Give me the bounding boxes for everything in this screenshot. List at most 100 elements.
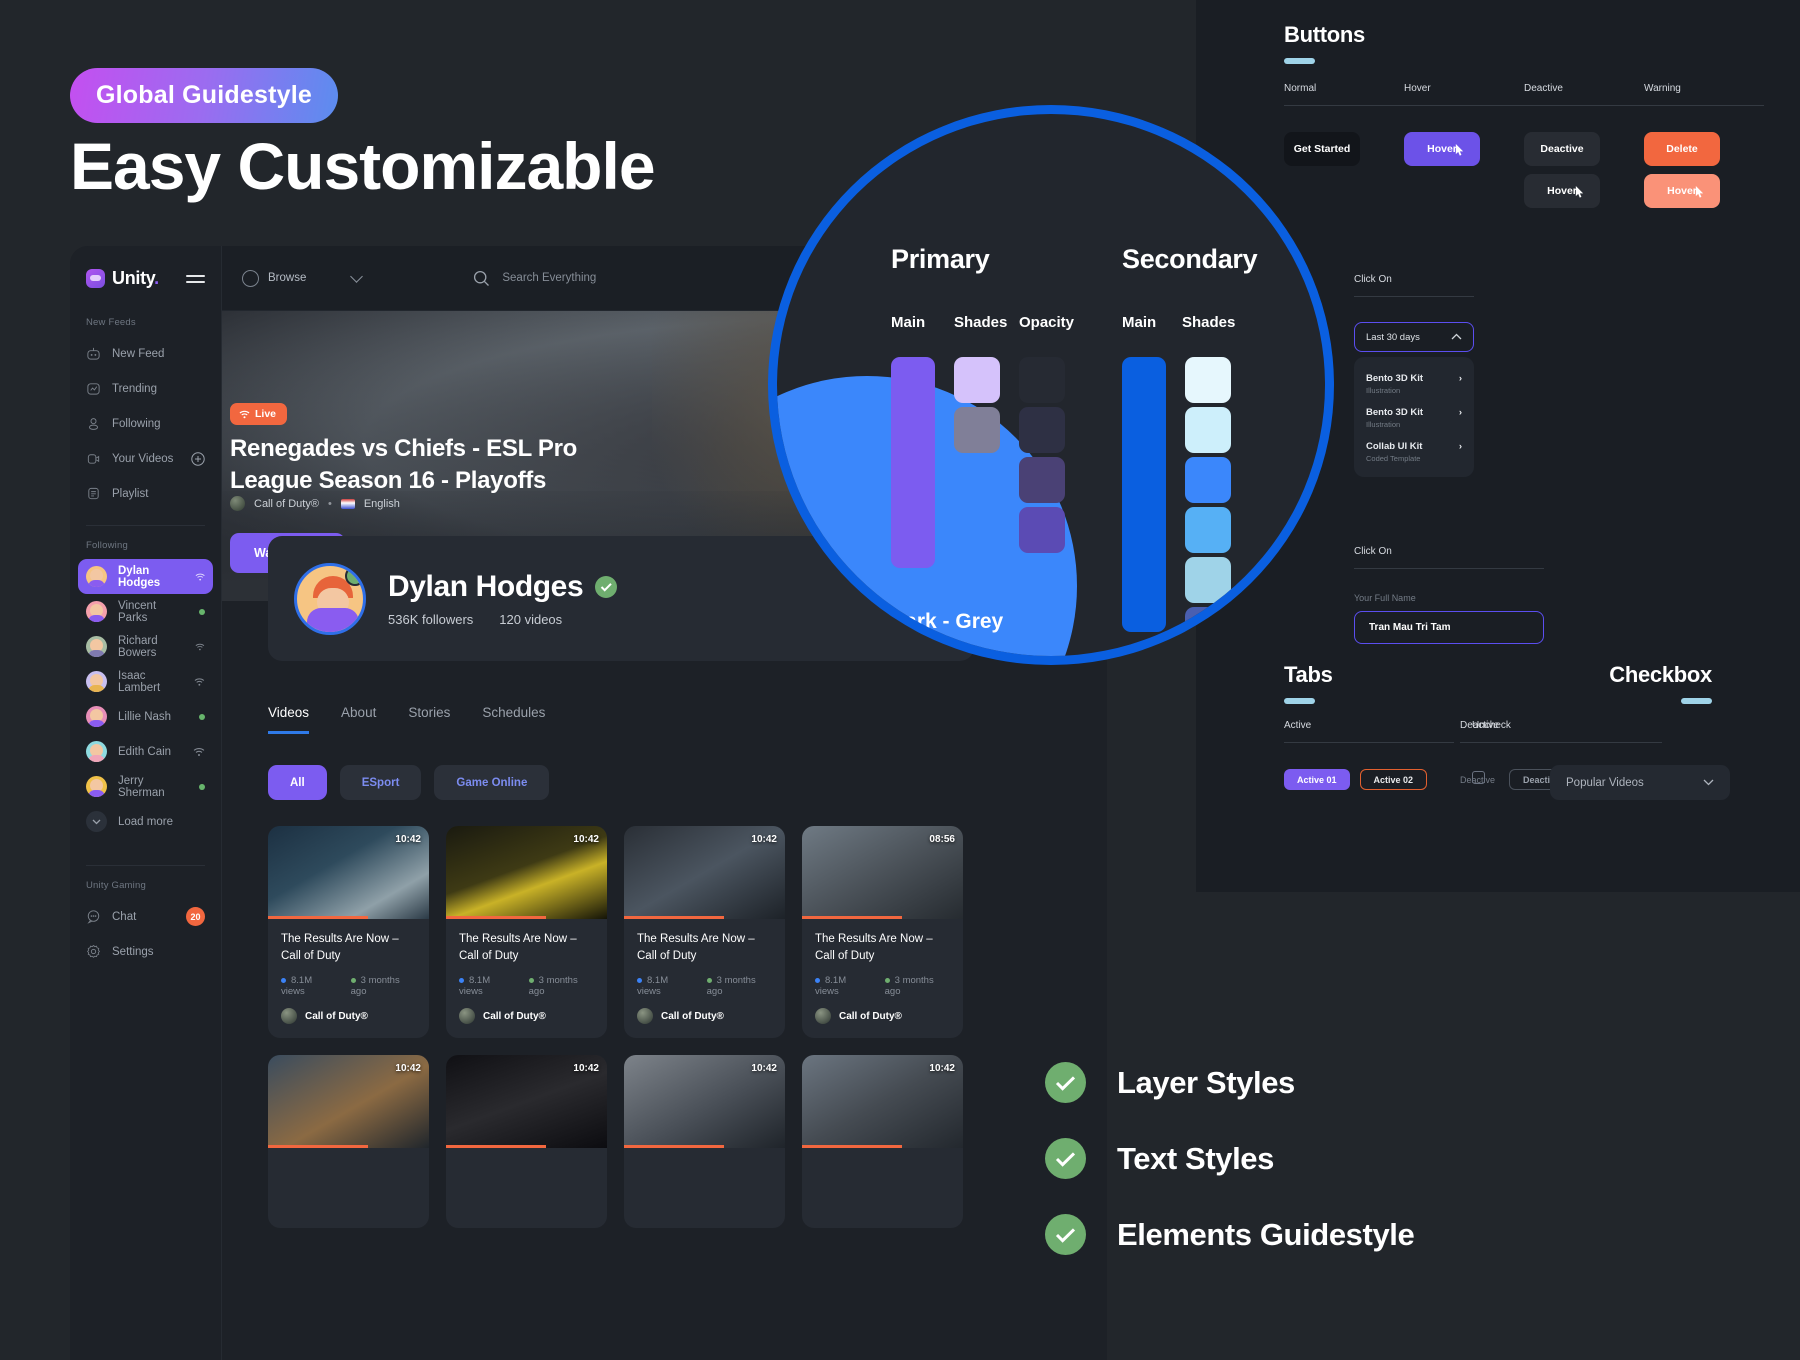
video-channel[interactable]: Call of Duty® <box>281 1008 416 1025</box>
swatch-secondary-shade-2[interactable] <box>1185 407 1231 453</box>
video-channel[interactable]: Call of Duty® <box>637 1008 772 1025</box>
secondary-main-label: Main <box>1122 314 1157 331</box>
video-card[interactable]: 10:42 <box>624 1055 785 1229</box>
video-channel[interactable]: Call of Duty® <box>459 1008 594 1025</box>
swatch-secondary-shade-1[interactable] <box>1185 357 1231 403</box>
swatch-secondary-shade-3[interactable] <box>1185 457 1231 503</box>
video-card[interactable]: 10:42 <box>446 1055 607 1229</box>
uncheck-checkbox[interactable] <box>1472 771 1485 784</box>
swatch-primary-opacity-2[interactable] <box>1019 407 1065 453</box>
button-warning-hover[interactable]: Hover <box>1644 174 1720 208</box>
video-age: 3 months ago <box>884 975 934 998</box>
sidebar-item-playlist[interactable]: Playlist <box>78 476 213 511</box>
search-input[interactable]: Search Everything <box>502 272 596 284</box>
video-age: 3 months ago <box>528 975 578 998</box>
swatch-secondary-shade-5[interactable] <box>1185 557 1231 603</box>
verified-badge-icon <box>595 576 618 598</box>
sidebar-follow-edith-cain[interactable]: Edith Cain <box>78 734 213 769</box>
button-hover[interactable]: Hover <box>1404 132 1480 166</box>
sidebar-load-more[interactable]: Load more <box>78 804 213 839</box>
dropdown-option[interactable]: Bento 3D Kit › Illustration <box>1354 367 1474 401</box>
date-range-select[interactable]: Last 30 days <box>1354 322 1474 352</box>
sidebar-follow-vincent-parks[interactable]: Vincent Parks <box>78 594 213 629</box>
swatch-primary-opacity-3[interactable] <box>1019 457 1065 503</box>
sidebar: Unity. New Feeds New Feed Trending Follo… <box>70 246 222 1360</box>
swatch-primary-main[interactable] <box>891 357 935 568</box>
hero-title: Renegades vs Chiefs - ESL Pro League Sea… <box>230 435 577 494</box>
tab-about[interactable]: About <box>341 705 376 734</box>
secondary-label: Secondary <box>1122 244 1258 274</box>
tab-videos[interactable]: Videos <box>268 705 310 734</box>
sidebar-follow-lillie-nash[interactable]: Lillie Nash <box>78 699 213 734</box>
sidebar-follow-dylan-hodges[interactable]: Dylan Hodges <box>78 559 213 594</box>
chevron-right-icon: › <box>1458 441 1462 452</box>
video-card[interactable]: 10:42 The Results Are Now – Call of Duty… <box>624 826 785 1039</box>
full-name-label: Your Full Name <box>1354 593 1416 603</box>
video-duration: 10:42 <box>751 1063 777 1075</box>
filter-game-online[interactable]: Game Online <box>434 765 550 800</box>
sidebar-item-your-videos[interactable]: Your Videos <box>78 441 213 476</box>
button-deactive-hover[interactable]: Hover <box>1524 174 1600 208</box>
full-name-input[interactable] <box>1354 611 1544 644</box>
search-bar[interactable]: Search Everything <box>473 270 596 287</box>
video-card[interactable]: 10:42 The Results Are Now – Call of Duty… <box>446 826 607 1039</box>
sidebar-item-following[interactable]: Following <box>78 406 213 441</box>
tab-schedules[interactable]: Schedules <box>482 705 545 734</box>
brand[interactable]: Unity. <box>70 268 221 289</box>
feature-checklist: Layer Styles Text Styles Elements Guides… <box>1045 1062 1415 1290</box>
swatch-primary-shade-2[interactable] <box>954 407 1000 453</box>
profile-stats: 536K followers 120 videos <box>388 612 563 627</box>
button-deactive[interactable]: Deactive <box>1524 132 1600 166</box>
button-delete[interactable]: Delete <box>1644 132 1720 166</box>
check-icon <box>1045 1138 1086 1179</box>
sidebar-divider-2 <box>86 865 205 866</box>
tabs-col-active: Active Active 01 Active 02 <box>1284 720 1454 790</box>
tabs-section: Tabs <box>1284 662 1333 704</box>
filter-esport[interactable]: ESport <box>339 765 422 800</box>
tab-active-02[interactable]: Active 02 <box>1359 769 1428 790</box>
video-channel[interactable]: Call of Duty® <box>815 1008 950 1025</box>
dropdown-menu[interactable]: Bento 3D Kit › Illustration Bento 3D Kit ›… <box>1354 357 1474 477</box>
avatar <box>86 601 107 622</box>
browse-menu[interactable]: Browse <box>242 269 364 287</box>
sidebar-follow-richard-bowers[interactable]: Richard Bowers <box>78 629 213 664</box>
sidebar-item-trending[interactable]: Trending <box>78 371 213 406</box>
section-underline <box>1284 58 1315 64</box>
sidebar-follow-jerry-sherman[interactable]: Jerry Sherman <box>78 769 213 804</box>
plus-icon[interactable] <box>191 451 205 466</box>
sidebar-section-following: Following <box>86 540 128 551</box>
tab-active-01[interactable]: Active 01 <box>1284 769 1350 790</box>
video-card[interactable]: 08:56 The Results Are Now – Call of Duty… <box>802 826 963 1039</box>
sidebar-item-new-feed[interactable]: New Feed <box>78 336 213 371</box>
add-color-button[interactable] <box>817 600 879 656</box>
sort-dropdown[interactable]: Popular Videos <box>1550 765 1730 800</box>
dropdown-option[interactable]: Collab UI Kit › Coded Template <box>1354 435 1474 469</box>
video-card[interactable]: 10:42 <box>268 1055 429 1229</box>
avatar <box>86 706 107 727</box>
video-views: 8.1M views <box>459 975 491 998</box>
filter-all[interactable]: All <box>268 765 327 800</box>
sidebar-item-chat[interactable]: Chat 20 <box>78 899 213 934</box>
check-icon <box>1045 1214 1086 1255</box>
primary-label: Primary <box>891 244 990 274</box>
wifi-icon <box>193 747 205 756</box>
video-duration: 08:56 <box>929 834 955 845</box>
swatch-primary-opacity-4[interactable] <box>1019 507 1065 553</box>
swatch-secondary-main[interactable] <box>1122 357 1166 632</box>
hamburger-menu-icon[interactable] <box>186 274 205 283</box>
swatch-secondary-shade-4[interactable] <box>1185 507 1231 553</box>
sidebar-item-settings[interactable]: Settings <box>78 934 213 969</box>
channel-avatar <box>281 1008 297 1025</box>
swatch-primary-shade-1[interactable] <box>954 357 1000 403</box>
video-card[interactable]: 10:42 The Results Are Now – Call of Duty… <box>268 826 429 1039</box>
video-card[interactable]: 10:42 <box>802 1055 963 1229</box>
chevron-down-icon[interactable] <box>350 269 364 283</box>
sidebar-divider <box>86 525 205 526</box>
dropdown-option[interactable]: Bento 3D Kit › Illustration <box>1354 401 1474 435</box>
feature-layer-styles: Layer Styles <box>1045 1062 1414 1103</box>
swatch-primary-opacity-1[interactable] <box>1019 357 1065 403</box>
swatch-secondary-shade-6[interactable] <box>1185 607 1285 637</box>
tab-stories[interactable]: Stories <box>408 705 450 734</box>
sidebar-follow-isaac-lambert[interactable]: Isaac Lambert <box>78 664 213 699</box>
avatar <box>86 776 107 797</box>
